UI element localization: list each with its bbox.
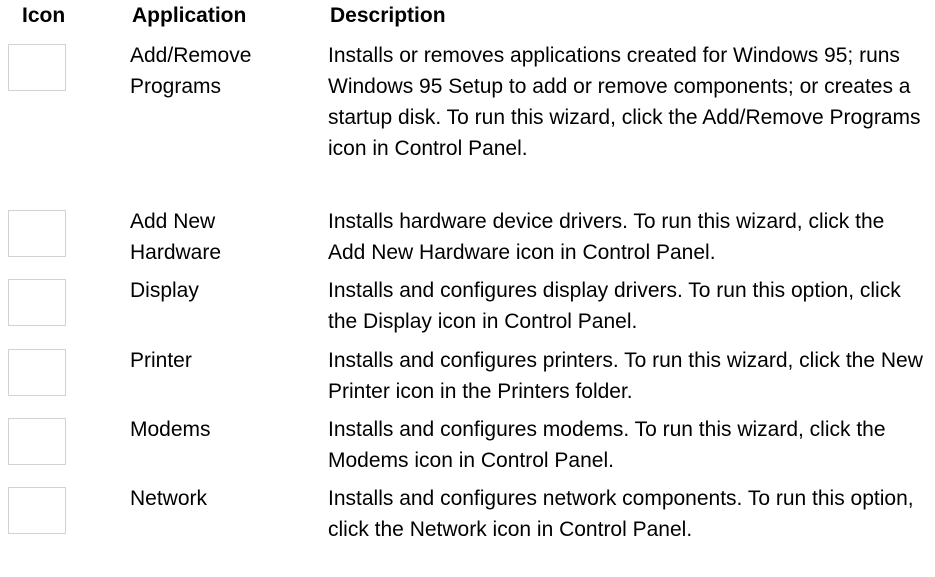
printer-icon bbox=[8, 349, 66, 396]
application-description: Installs hardware device drivers. To run… bbox=[328, 210, 885, 264]
application-description: Installs and configures printers. To run… bbox=[328, 349, 923, 403]
display-icon bbox=[8, 279, 66, 326]
modems-icon bbox=[8, 418, 66, 465]
application-name: Display bbox=[130, 279, 199, 302]
application-name: Printer bbox=[130, 349, 192, 372]
add-new-hardware-icon bbox=[8, 210, 66, 257]
application-description: Installs and configures modems. To run t… bbox=[328, 418, 886, 472]
column-header-description: Description bbox=[330, 4, 446, 27]
application-description: Installs or removes applications created… bbox=[328, 44, 921, 160]
application-name: Network bbox=[130, 487, 208, 510]
application-description: Installs and configures display drivers.… bbox=[328, 279, 901, 333]
application-name: Modems bbox=[130, 418, 211, 441]
application-description: Installs and configures network componen… bbox=[328, 487, 914, 541]
add-remove-programs-icon bbox=[8, 44, 66, 91]
column-header-icon: Icon bbox=[22, 4, 66, 27]
network-icon bbox=[8, 487, 66, 534]
column-header-application: Application bbox=[132, 4, 247, 27]
application-name: Add New Hardware bbox=[130, 210, 222, 264]
application-name: Add/Remove Programs bbox=[130, 44, 252, 98]
